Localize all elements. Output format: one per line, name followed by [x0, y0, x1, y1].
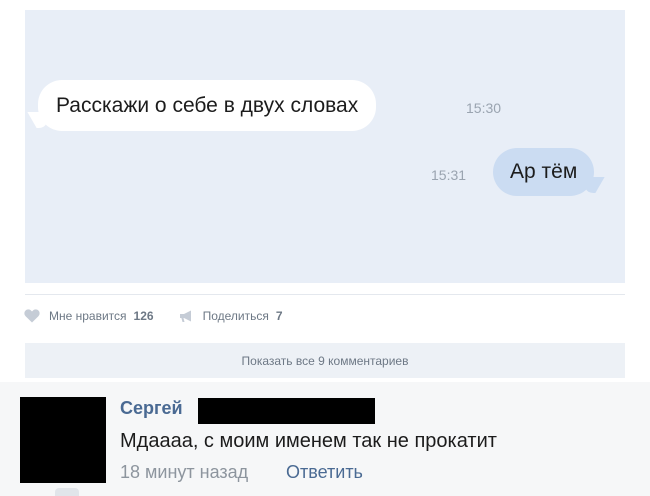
outgoing-message-bubble: Ар тём	[493, 148, 595, 196]
divider	[25, 294, 625, 295]
incoming-message-bubble: Расскажи о себе в двух словах	[38, 80, 377, 131]
comment-author[interactable]: Сергей	[120, 398, 183, 419]
like-label: Мне нравится	[49, 309, 127, 323]
show-all-comments-button[interactable]: Показать все 9 комментариев	[25, 343, 625, 378]
comment-text: Мдаааа, с моим именем так не прокатит	[120, 430, 497, 452]
comment-time[interactable]: 18 минут назад	[120, 462, 248, 483]
share-button[interactable]: Поделиться 7	[178, 309, 283, 323]
next-comment-avatar-edge	[55, 488, 79, 496]
like-count: 126	[133, 309, 154, 323]
post-card: Расскажи о себе в двух словах 15:30 15:3…	[0, 0, 650, 382]
share-count: 7	[275, 309, 283, 323]
like-button[interactable]: Мне нравится 126	[24, 309, 154, 323]
outgoing-message-time: 15:31	[431, 167, 467, 183]
share-label: Поделиться	[202, 309, 269, 323]
incoming-message-text: Расскажи о себе в двух словах	[56, 94, 359, 117]
incoming-message-time: 15:30	[466, 100, 502, 116]
megaphone-icon	[178, 309, 194, 323]
comment: Сергей Мдаааа, с моим именем так не прок…	[0, 382, 650, 496]
reply-link[interactable]: Ответить	[286, 462, 363, 483]
heart-icon	[24, 309, 40, 323]
post-actions: Мне нравится 126 Поделиться 7	[24, 306, 307, 326]
chat-screenshot	[25, 10, 625, 283]
outgoing-message-text: Ар тём	[510, 160, 578, 183]
redaction-bar	[198, 398, 375, 424]
avatar[interactable]	[20, 397, 106, 483]
